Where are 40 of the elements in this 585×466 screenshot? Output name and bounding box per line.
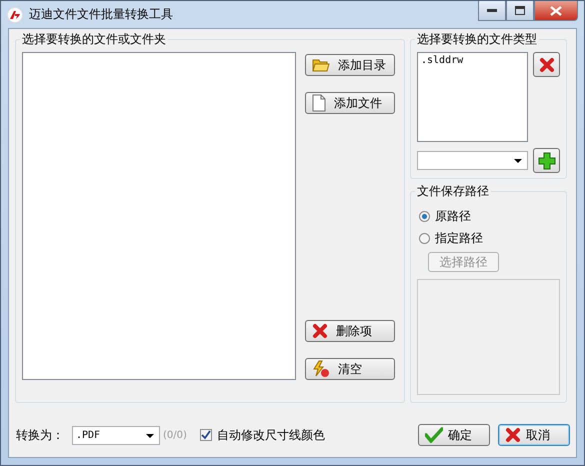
action-button[interactable]: 添加文件 bbox=[305, 92, 395, 114]
progress-count: (0/0) bbox=[163, 430, 187, 440]
checkbox[interactable] bbox=[200, 429, 212, 441]
action-button[interactable]: 删除项 bbox=[305, 320, 395, 342]
plus-icon bbox=[538, 152, 556, 170]
dropdown-arrow-icon bbox=[146, 434, 154, 438]
radio-option[interactable]: 原路径 bbox=[419, 208, 560, 224]
folder-icon bbox=[312, 58, 330, 72]
group-title: 选择要转换的文件类型 bbox=[416, 31, 538, 48]
maximize-button[interactable] bbox=[506, 1, 534, 21]
group-title: 文件保存路径 bbox=[416, 183, 490, 200]
action-button[interactable]: 添加目录 bbox=[305, 54, 395, 76]
remove-type-button[interactable] bbox=[533, 52, 560, 77]
minimize-button[interactable] bbox=[478, 1, 506, 21]
lightning-icon bbox=[312, 360, 330, 378]
radio-option[interactable]: 指定路径 bbox=[419, 230, 560, 246]
ok-button[interactable]: 确定 bbox=[418, 424, 490, 446]
document-icon bbox=[312, 94, 326, 112]
close-button[interactable] bbox=[534, 1, 578, 21]
close-icon bbox=[505, 427, 521, 443]
radio-button[interactable] bbox=[419, 232, 430, 244]
group-title: 选择要转换的文件或文件夹 bbox=[21, 31, 167, 48]
list-item[interactable]: .slddrw bbox=[418, 53, 527, 68]
close-icon bbox=[312, 323, 328, 339]
cancel-button[interactable]: 取消 bbox=[498, 424, 570, 446]
close-icon bbox=[538, 56, 554, 72]
type-list[interactable]: .slddrw bbox=[417, 52, 528, 142]
add-type-button[interactable] bbox=[533, 148, 560, 173]
radio-button[interactable] bbox=[419, 210, 430, 222]
window-title: 迈迪文件文件批量转换工具 bbox=[29, 6, 173, 23]
minimize-icon bbox=[487, 8, 497, 12]
convert-label: 转换为： bbox=[16, 426, 64, 444]
checkmark-icon bbox=[425, 427, 443, 443]
dropdown-arrow-icon bbox=[514, 159, 522, 163]
app-logo-icon bbox=[7, 6, 23, 22]
maximize-icon bbox=[515, 6, 525, 15]
action-button[interactable]: 清空 bbox=[305, 358, 395, 380]
close-icon bbox=[550, 6, 562, 16]
format-dropdown[interactable]: .PDF bbox=[72, 426, 160, 444]
checkbox-label: 自动修改尺寸线颜色 bbox=[216, 426, 325, 444]
